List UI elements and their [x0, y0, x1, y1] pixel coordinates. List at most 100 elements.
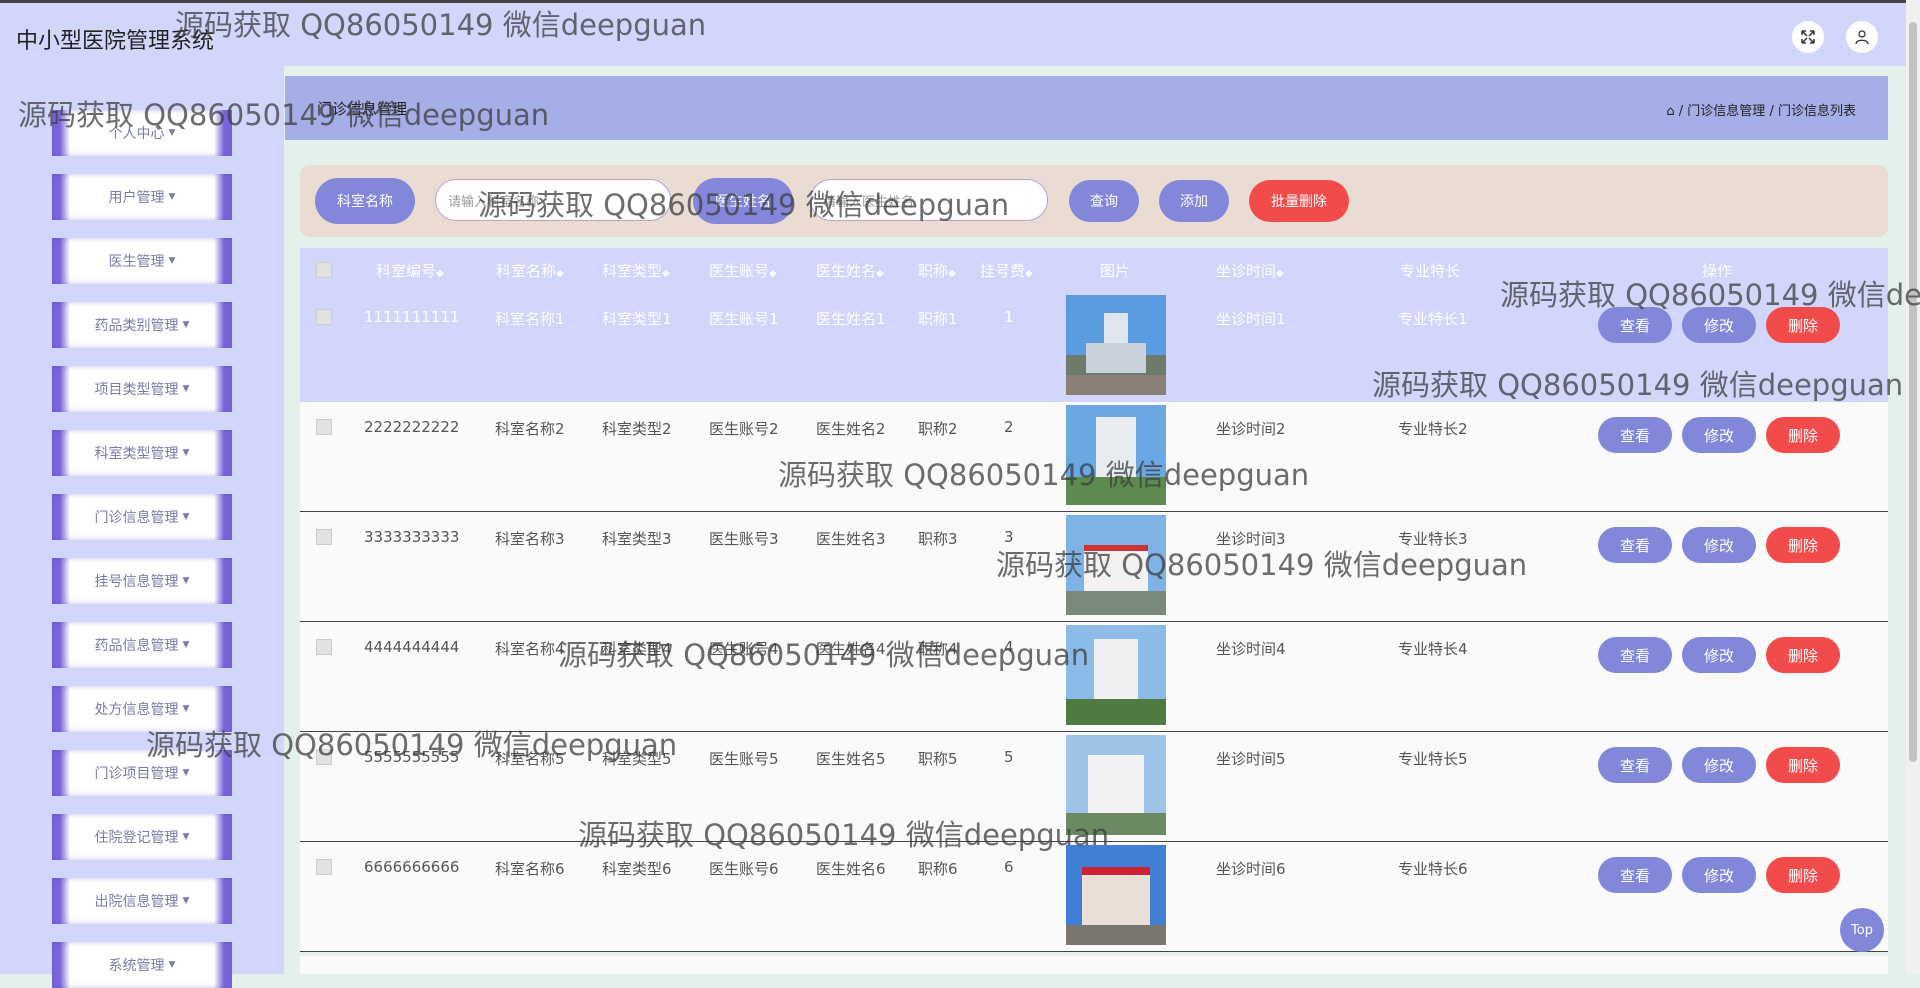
home-icon[interactable]: ⌂ [1666, 104, 1674, 119]
header-fee[interactable]: 挂号费◆ [980, 260, 1033, 281]
cell-title: 职称6 [918, 860, 958, 878]
cell-dept-id: 1111111111 [364, 308, 460, 326]
doctor-name-input[interactable]: 请输入医生姓名 [810, 179, 1048, 221]
row-checkbox[interactable] [316, 419, 332, 435]
sidebar-item-outpatient[interactable]: 门诊信息管理 ▼ [52, 494, 232, 540]
sidebar-item-label: 出院信息管理 [94, 894, 179, 910]
delete-button[interactable]: 删除 [1766, 747, 1840, 783]
cell-dept-id: 4444444444 [364, 638, 460, 656]
header-doctor-account[interactable]: 医生账号◆ [709, 260, 777, 281]
sidebar-item-system[interactable]: 系统管理 ▼ [52, 942, 232, 988]
header-time[interactable]: 坐诊时间◆ [1216, 260, 1284, 281]
view-button[interactable]: 查看 [1598, 857, 1672, 893]
sidebar-item-outpatient-project[interactable]: 门诊项目管理 ▼ [52, 750, 232, 796]
table-row[interactable]: 5555555555 科室名称5 科室类型5 医生账号5 医生姓名5 职称5 5… [300, 732, 1888, 842]
select-all-checkbox[interactable] [316, 262, 332, 278]
scrollbar-thumb[interactable] [1909, 22, 1917, 762]
cell-fee: 1 [1004, 308, 1014, 326]
hospital-image[interactable] [1066, 405, 1166, 505]
table-row[interactable]: 1111111111 科室名称1 科室类型1 医生账号1 医生姓名1 职称1 1… [300, 292, 1888, 402]
cell-doctor-name: 医生姓名4 [816, 640, 886, 658]
add-button[interactable]: 添加 [1159, 180, 1229, 222]
cell-dept-name: 科室名称2 [495, 420, 565, 438]
dept-name-input[interactable]: 请输入科室名称 [435, 179, 671, 221]
header-dept-type[interactable]: 科室类型◆ [602, 260, 670, 281]
view-button[interactable]: 查看 [1598, 417, 1672, 453]
batch-delete-button[interactable]: 批量删除 [1249, 180, 1349, 222]
header-title[interactable]: 职称◆ [918, 260, 956, 281]
cell-specialty: 专业特长1 [1398, 310, 1468, 328]
cell-dept-name: 科室名称5 [495, 750, 565, 768]
header-doctor-name[interactable]: 医生姓名◆ [816, 260, 884, 281]
header-label: 科室类型 [602, 262, 663, 280]
table-row[interactable]: 3333333333 科室名称3 科室类型3 医生账号3 医生姓名3 职称3 3… [300, 512, 1888, 622]
query-button[interactable]: 查询 [1069, 180, 1139, 222]
hospital-image[interactable] [1066, 845, 1166, 945]
sidebar-item-project-type[interactable]: 项目类型管理 ▼ [52, 366, 232, 412]
sidebar-item-label: 用户管理 [108, 190, 165, 206]
sidebar-item-drug-category[interactable]: 药品类别管理 ▼ [52, 302, 232, 348]
cell-title: 职称4 [918, 640, 958, 658]
row-checkbox[interactable] [316, 639, 332, 655]
table-row[interactable]: 4444444444 科室名称4 科室类型4 医生账号4 医生姓名4 职称4 4… [300, 622, 1888, 732]
search-bar: 科室名称 请输入科室名称 医生姓名 请输入医生姓名 查询 添加 批量删除 [300, 165, 1888, 237]
view-button[interactable]: 查看 [1598, 747, 1672, 783]
cell-title: 职称2 [918, 420, 958, 438]
user-icon[interactable] [1846, 21, 1878, 53]
hospital-image[interactable] [1066, 515, 1166, 615]
view-button[interactable]: 查看 [1598, 307, 1672, 343]
cell-time: 坐诊时间6 [1216, 860, 1286, 878]
edit-button[interactable]: 修改 [1682, 857, 1756, 893]
delete-button[interactable]: 删除 [1766, 857, 1840, 893]
edit-button[interactable]: 修改 [1682, 307, 1756, 343]
delete-button[interactable]: 删除 [1766, 417, 1840, 453]
back-to-top-button[interactable]: Top [1840, 908, 1884, 952]
delete-button[interactable]: 删除 [1766, 527, 1840, 563]
cell-time: 坐诊时间1 [1216, 310, 1286, 328]
sidebar-item-prescription[interactable]: 处方信息管理 ▼ [52, 686, 232, 732]
caret-down-icon: ▼ [168, 192, 176, 202]
sidebar-item-label: 个人中心 [108, 126, 165, 142]
table-row-partial [300, 956, 1888, 974]
row-checkbox[interactable] [316, 309, 332, 325]
sidebar-item-dept-type[interactable]: 科室类型管理 ▼ [52, 430, 232, 476]
expand-icon[interactable] [1792, 21, 1824, 53]
edit-button[interactable]: 修改 [1682, 527, 1756, 563]
caret-down-icon: ▼ [168, 960, 176, 970]
sidebar-item-personal-center[interactable]: 个人中心 ▼ [52, 110, 232, 156]
cell-dept-name: 科室名称4 [495, 640, 565, 658]
sidebar-item-registration[interactable]: 挂号信息管理 ▼ [52, 558, 232, 604]
sidebar-item-users[interactable]: 用户管理 ▼ [52, 174, 232, 220]
edit-button[interactable]: 修改 [1682, 747, 1756, 783]
caret-down-icon: ▼ [168, 256, 176, 266]
doctor-name-label: 医生姓名 [693, 178, 793, 224]
view-button[interactable]: 查看 [1598, 527, 1672, 563]
breadcrumb-sep: / [1769, 104, 1774, 119]
header-label: 职称 [918, 262, 949, 280]
table-row[interactable]: 6666666666 科室名称6 科室类型6 医生账号6 医生姓名6 职称6 6… [300, 842, 1888, 952]
hospital-image[interactable] [1066, 625, 1166, 725]
header-image: 图片 [1100, 262, 1131, 280]
breadcrumb-item[interactable]: 门诊信息管理 [1687, 104, 1765, 119]
delete-button[interactable]: 删除 [1766, 307, 1840, 343]
breadcrumb-current: 门诊信息列表 [1777, 104, 1856, 119]
dept-name-label: 科室名称 [315, 178, 415, 224]
row-checkbox[interactable] [316, 859, 332, 875]
sidebar-item-admission[interactable]: 住院登记管理 ▼ [52, 814, 232, 860]
delete-button[interactable]: 删除 [1766, 637, 1840, 673]
header-dept-name[interactable]: 科室名称◆ [496, 260, 564, 281]
table-row[interactable]: 2222222222 科室名称2 科室类型2 医生账号2 医生姓名2 职称2 2… [300, 402, 1888, 512]
sidebar-item-discharge[interactable]: 出院信息管理 ▼ [52, 878, 232, 924]
sidebar-item-doctors[interactable]: 医生管理 ▼ [52, 238, 232, 284]
view-button[interactable]: 查看 [1598, 637, 1672, 673]
sidebar-item-drug-info[interactable]: 药品信息管理 ▼ [52, 622, 232, 668]
row-checkbox[interactable] [316, 749, 332, 765]
edit-button[interactable]: 修改 [1682, 417, 1756, 453]
header-dept-id[interactable]: 科室编号◆ [376, 260, 444, 281]
sidebar-item-label: 门诊信息管理 [94, 510, 179, 526]
hospital-image[interactable] [1066, 735, 1166, 835]
edit-button[interactable]: 修改 [1682, 637, 1756, 673]
hospital-image[interactable] [1066, 295, 1166, 395]
page-scrollbar[interactable] [1906, 0, 1920, 974]
row-checkbox[interactable] [316, 529, 332, 545]
